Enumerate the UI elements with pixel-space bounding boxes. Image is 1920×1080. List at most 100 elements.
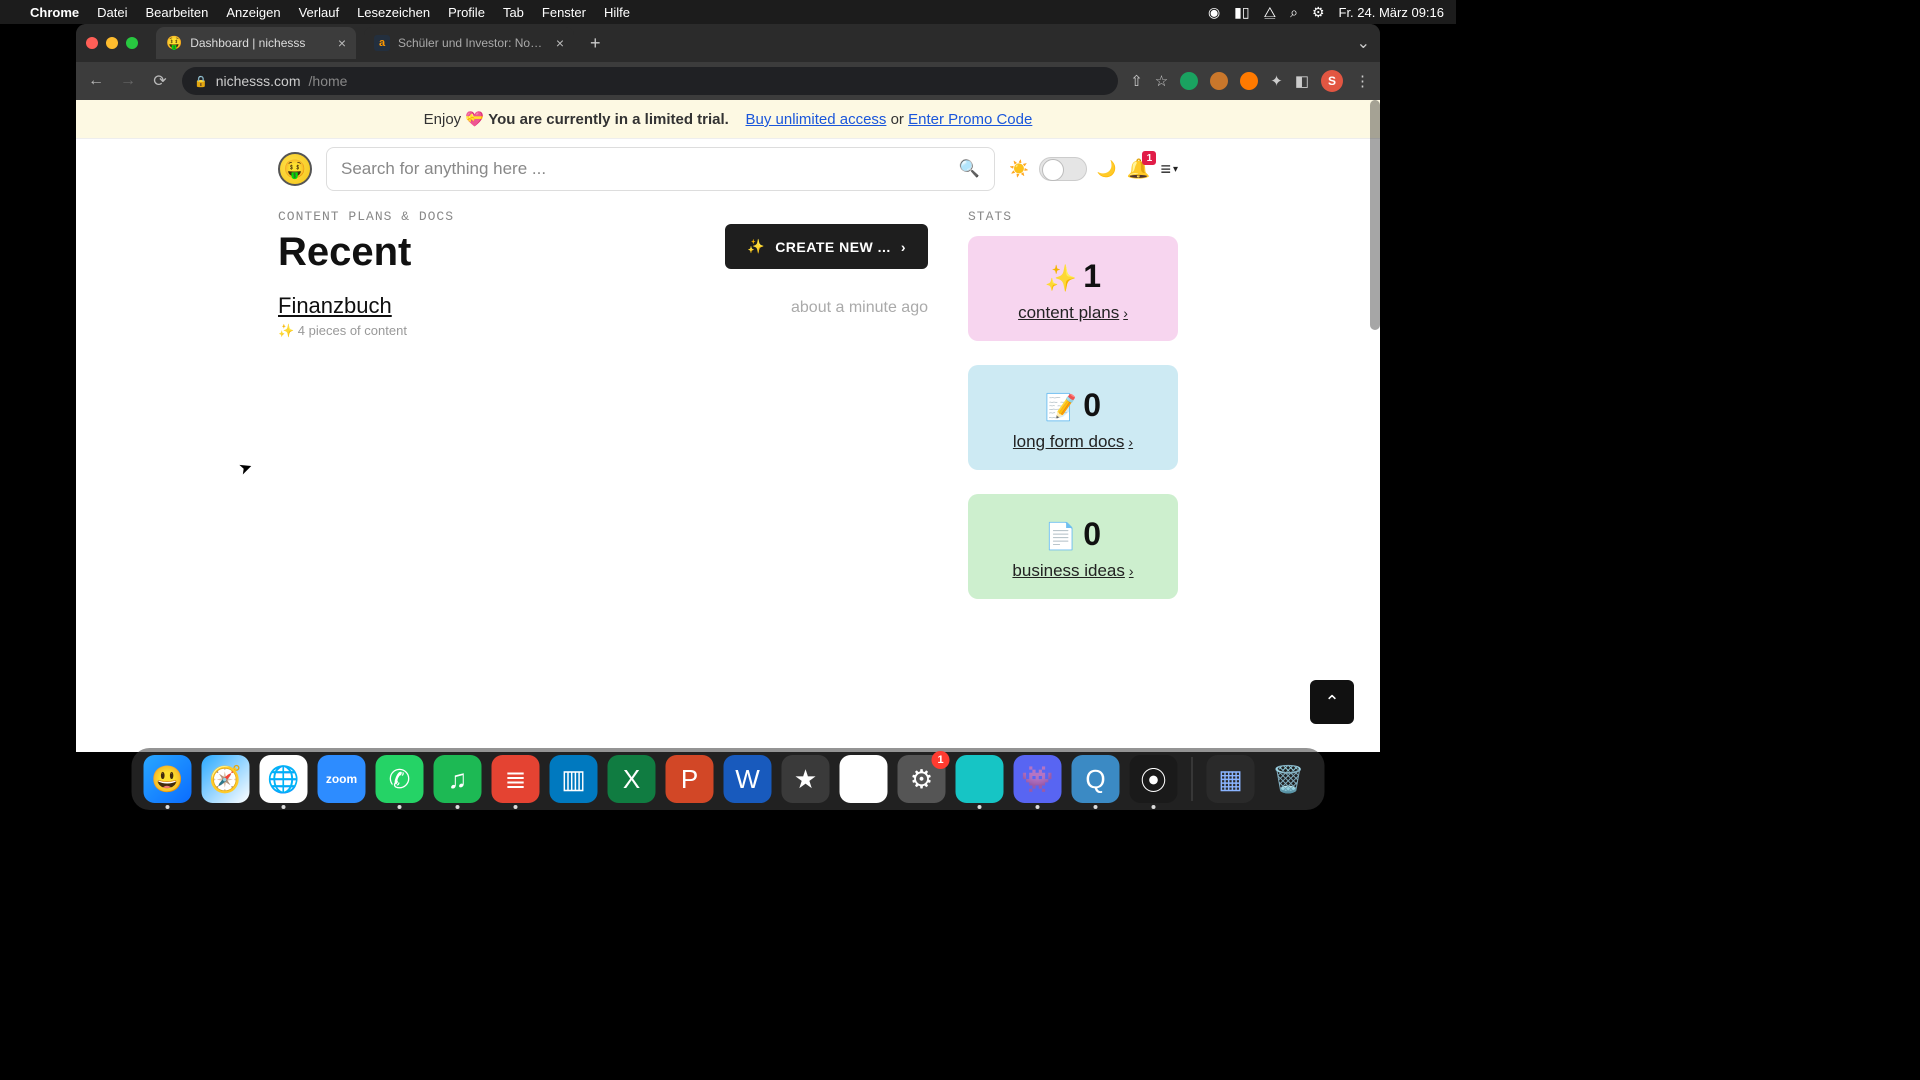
stat-value: 0 (1083, 516, 1101, 552)
main-menu-button[interactable]: ≡▾ (1160, 159, 1178, 180)
global-search[interactable]: 🔍 (326, 147, 995, 191)
tab-close-icon[interactable]: × (556, 35, 564, 51)
nav-reload-button[interactable]: ⟳ (150, 71, 170, 91)
menu-hilfe[interactable]: Hilfe (604, 5, 630, 20)
stat-card-content-plans[interactable]: ✨1 content plans› (968, 236, 1178, 341)
page-viewport: Enjoy 💝 You are currently in a limited t… (76, 100, 1380, 752)
menu-tab[interactable]: Tab (503, 5, 524, 20)
create-new-button[interactable]: ✨ CREATE NEW ... › (725, 224, 928, 269)
new-tab-button[interactable]: + (582, 33, 609, 54)
tab-overflow-icon[interactable]: ⌄ (1357, 33, 1370, 53)
dock-icon-zoom[interactable]: zoom (318, 755, 366, 803)
profile-avatar[interactable]: S (1321, 70, 1343, 92)
dock-icon-voice-memos[interactable]: ⦿ (1130, 755, 1178, 803)
dock-icon-todoist[interactable]: ≣ (492, 755, 540, 803)
dock-icon-word[interactable]: W (724, 755, 772, 803)
scrollbar-thumb[interactable] (1370, 100, 1380, 330)
theme-toggle[interactable] (1039, 157, 1087, 181)
enter-promo-link[interactable]: Enter Promo Code (908, 111, 1032, 128)
dock-icon-drive[interactable]: ▲ (840, 755, 888, 803)
address-bar[interactable]: 🔒 nichesss.com/home (182, 67, 1118, 95)
search-icon[interactable]: 🔍 (959, 159, 980, 179)
nav-back-button[interactable]: ← (86, 72, 106, 90)
menubar-app-name[interactable]: Chrome (30, 5, 79, 20)
menubar-clock[interactable]: Fr. 24. März 09:16 (1339, 5, 1445, 20)
create-new-label: CREATE NEW ... (775, 239, 891, 255)
dock-icon-whatsapp[interactable]: ✆ (376, 755, 424, 803)
stat-value: 0 (1083, 387, 1101, 423)
dock-icon-finder[interactable]: 😃 (144, 755, 192, 803)
dock-icon-imovie[interactable]: ★ (782, 755, 830, 803)
menu-datei[interactable]: Datei (97, 5, 127, 20)
search-input[interactable] (341, 159, 959, 179)
menu-lesezeichen[interactable]: Lesezeichen (357, 5, 430, 20)
status-wifi-icon[interactable]: ⧋ (1264, 4, 1277, 21)
window-minimize-button[interactable] (106, 37, 118, 49)
menu-anzeigen[interactable]: Anzeigen (226, 5, 280, 20)
chevron-right-icon: › (1123, 305, 1128, 321)
sparkles-icon: ✨ (1045, 263, 1077, 293)
dock-icon-app-teal[interactable] (956, 755, 1004, 803)
theme-moon-icon: 🌙 (1097, 159, 1117, 179)
recent-item-title[interactable]: Finanzbuch (278, 293, 407, 319)
banner-mid: or (891, 111, 909, 128)
menu-verlauf[interactable]: Verlauf (299, 5, 339, 20)
chevron-right-icon: › (1129, 563, 1134, 579)
status-control-center-icon[interactable]: ⚙ (1312, 4, 1325, 21)
app-header: 🤑 🔍 ☀️ 🌙 🔔1 ≡▾ (278, 139, 1178, 199)
stat-card-business-ideas[interactable]: 📄0 business ideas› (968, 494, 1178, 599)
dock-icon-settings[interactable]: ⚙1 (898, 755, 946, 803)
dock-icon-powerpoint[interactable]: P (666, 755, 714, 803)
dock-separator (1192, 757, 1193, 801)
browser-toolbar: ← → ⟳ 🔒 nichesss.com/home ⇧ ☆ ✦ ◧ S ⋮ (76, 62, 1380, 100)
notifications-button[interactable]: 🔔1 (1127, 157, 1151, 181)
stat-link[interactable]: business ideas› (1012, 561, 1133, 581)
extension-icon[interactable] (1240, 72, 1258, 90)
status-search-icon[interactable]: ⌕ (1290, 4, 1298, 21)
dock-icon-excel[interactable]: X (608, 755, 656, 803)
dock-icon-discord[interactable]: 👾 (1014, 755, 1062, 803)
chevron-right-icon: › (901, 239, 906, 255)
browser-tab-active[interactable]: 🤑 Dashboard | nichesss × (156, 27, 356, 59)
window-zoom-button[interactable] (126, 37, 138, 49)
menu-profile[interactable]: Profile (448, 5, 485, 20)
window-close-button[interactable] (86, 37, 98, 49)
dock-icon-safari[interactable]: 🧭 (202, 755, 250, 803)
dock-icon-trash[interactable]: 🗑️ (1265, 755, 1313, 803)
menu-fenster[interactable]: Fenster (542, 5, 586, 20)
nav-forward-button[interactable]: → (118, 72, 138, 90)
status-battery-icon[interactable]: ▮▯ (1234, 4, 1249, 21)
trial-banner: Enjoy 💝 You are currently in a limited t… (76, 100, 1380, 139)
memo-icon: 📝 (1045, 392, 1077, 422)
status-record-icon[interactable]: ◉ (1208, 4, 1220, 21)
chrome-menu-icon[interactable]: ⋮ (1355, 72, 1370, 90)
tab-close-icon[interactable]: × (338, 35, 346, 51)
share-icon[interactable]: ⇧ (1130, 72, 1143, 90)
extension-icon[interactable] (1210, 72, 1228, 90)
recent-item[interactable]: Finanzbuch ✨ 4 pieces of content about a… (278, 293, 928, 339)
notifications-badge: 1 (1142, 151, 1156, 165)
dock-icon-chrome[interactable]: 🌐 (260, 755, 308, 803)
extensions-puzzle-icon[interactable]: ✦ (1270, 72, 1283, 90)
mac-menubar: Chrome Datei Bearbeiten Anzeigen Verlauf… (0, 0, 1456, 24)
stat-link[interactable]: long form docs› (1013, 432, 1133, 452)
dock-icon-trello[interactable]: ▥ (550, 755, 598, 803)
sidepanel-icon[interactable]: ◧ (1295, 72, 1309, 90)
dock-icon-quicktime[interactable]: Q (1072, 755, 1120, 803)
browser-tab[interactable]: a Schüler und Investor: Noah au × (364, 27, 574, 59)
menu-bearbeiten[interactable]: Bearbeiten (145, 5, 208, 20)
dock-icon-spotify[interactable]: ♫ (434, 755, 482, 803)
stat-card-long-form-docs[interactable]: 📝0 long form docs› (968, 365, 1178, 470)
bookmark-star-icon[interactable]: ☆ (1155, 72, 1168, 90)
scroll-to-top-button[interactable]: ⌃ (1310, 680, 1354, 724)
dock-badge: 1 (932, 751, 950, 769)
page-scrollbar[interactable] (1370, 100, 1380, 752)
app-logo[interactable]: 🤑 (278, 152, 312, 186)
tab-strip: 🤑 Dashboard | nichesss × a Schüler und I… (76, 24, 1380, 62)
dock-icon-recent-app[interactable]: ▦ (1207, 755, 1255, 803)
buy-unlimited-link[interactable]: Buy unlimited access (746, 111, 887, 128)
tab-favicon: a (374, 35, 390, 51)
tab-title: Schüler und Investor: Noah au (398, 36, 548, 50)
extension-icon[interactable] (1180, 72, 1198, 90)
stat-link[interactable]: content plans› (1018, 303, 1128, 323)
